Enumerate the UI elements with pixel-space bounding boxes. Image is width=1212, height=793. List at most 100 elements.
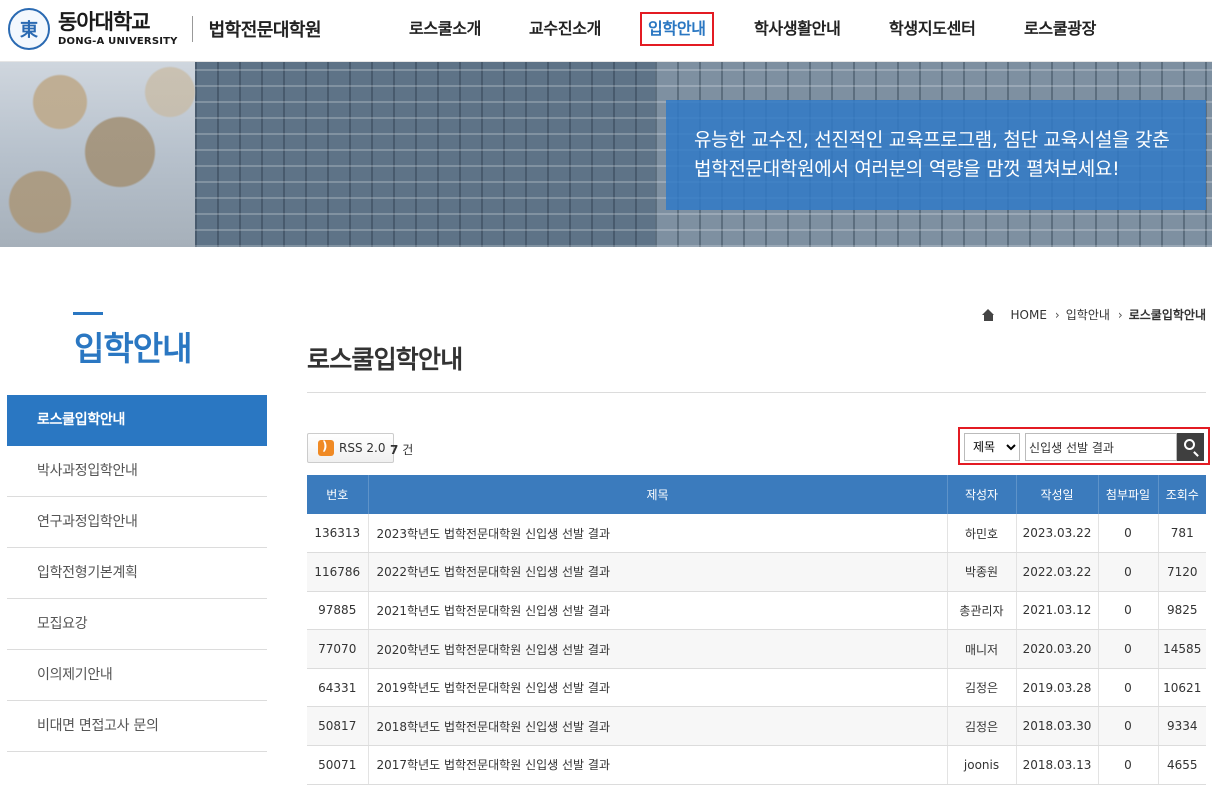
- cell-views: 781: [1158, 514, 1206, 554]
- sidebar-item-lawschool-admission[interactable]: 로스쿨입학안내: [7, 395, 267, 446]
- breadcrumb-current: 로스쿨입학안내: [1128, 308, 1206, 322]
- nav-student-center[interactable]: 학생지도센터: [889, 12, 976, 46]
- cell-number: 136313: [307, 514, 369, 554]
- nav-lawschool-plaza[interactable]: 로스쿨광장: [1024, 12, 1096, 46]
- cell-date: 2018.03.30: [1016, 706, 1099, 747]
- page-title: 로스쿨입학안내: [307, 345, 463, 374]
- sidebar-title-accent: [73, 312, 103, 315]
- cell-number: 64331: [307, 668, 369, 708]
- rss-button[interactable]: RSS 2.0: [307, 433, 395, 463]
- search-box: 제목: [958, 427, 1210, 465]
- cell-date: 2020.03.20: [1016, 629, 1099, 669]
- sidebar-item-phd-admission[interactable]: 박사과정입학안내: [7, 446, 267, 497]
- cell-date: 2019.03.28: [1016, 668, 1099, 708]
- cell-number: 116786: [307, 552, 369, 592]
- cell-author: 김정은: [947, 668, 1017, 708]
- table-row[interactable]: 77070 2020학년도 법학전문대학원 신입생 선발 결과 매니저 2020…: [307, 629, 1206, 669]
- cell-views: 14585: [1158, 629, 1206, 669]
- banner-message: 유능한 교수진, 선진적인 교육프로그램, 첨단 교육시설을 갖춘 법학전문대학…: [666, 100, 1206, 210]
- rss-label: RSS 2.0: [339, 441, 386, 455]
- table-row[interactable]: 116786 2022학년도 법학전문대학원 신입생 선발 결과 박종원 202…: [307, 552, 1206, 592]
- banner-tree-image: [0, 62, 220, 247]
- table-row[interactable]: 64331 2019학년도 법학전문대학원 신입생 선발 결과 김정은 2019…: [307, 668, 1206, 708]
- post-count-number: 7: [390, 443, 399, 457]
- table-header-row: 번호 제목 작성자 작성일 첨부파일 조회수: [307, 475, 1206, 514]
- cell-subject-link[interactable]: 2021학년도 법학전문대학원 신입생 선발 결과: [368, 591, 948, 631]
- cell-attachment: 0: [1098, 514, 1159, 554]
- university-emblem-icon: 東: [8, 8, 50, 50]
- hero-banner: 유능한 교수진, 선진적인 교육프로그램, 첨단 교육시설을 갖춘 법학전문대학…: [0, 62, 1212, 247]
- cell-views: 10621: [1158, 668, 1206, 708]
- nav-admission[interactable]: 입학안내: [640, 12, 714, 46]
- chevron-right-icon: ›: [1054, 307, 1060, 322]
- table-row[interactable]: 136313 2023학년도 법학전문대학원 신입생 선발 결과 하민호 202…: [307, 514, 1206, 554]
- sidebar-title: 입학안내: [74, 329, 192, 368]
- cell-subject-link[interactable]: 2018학년도 법학전문대학원 신입생 선발 결과: [368, 706, 948, 747]
- cell-number: 77070: [307, 629, 369, 669]
- cell-author: 김정은: [947, 706, 1017, 747]
- search-button[interactable]: [1177, 433, 1204, 461]
- cell-author: 매니저: [947, 629, 1017, 669]
- cell-author: 하민호: [947, 514, 1017, 554]
- search-field-select[interactable]: 제목: [964, 433, 1021, 461]
- nav-academic-life[interactable]: 학사생활안내: [754, 12, 841, 46]
- home-icon[interactable]: [981, 308, 995, 321]
- post-count-unit: 건: [402, 443, 414, 457]
- university-logo[interactable]: 東 동아대학교 DONG-A UNIVERSITY 법학전문대학원: [8, 8, 322, 50]
- board-table: 번호 제목 작성자 작성일 첨부파일 조회수 136313 2023학년도 법학…: [307, 475, 1206, 785]
- cell-views: 9334: [1158, 706, 1206, 747]
- breadcrumb-home[interactable]: HOME: [1011, 308, 1047, 322]
- school-name[interactable]: 법학전문대학원: [209, 16, 322, 42]
- table-row[interactable]: 50071 2017학년도 법학전문대학원 신입생 선발 결과 joonis 2…: [307, 745, 1206, 785]
- cell-date: 2023.03.22: [1016, 514, 1099, 554]
- banner-line-1: 유능한 교수진, 선진적인 교육프로그램, 첨단 교육시설을 갖춘: [694, 129, 1170, 151]
- cell-number: 97885: [307, 591, 369, 631]
- sidebar-item-online-interview[interactable]: 비대면 면접고사 문의: [7, 701, 267, 752]
- table-row[interactable]: 97885 2021학년도 법학전문대학원 신입생 선발 결과 총관리자 202…: [307, 591, 1206, 631]
- logo-divider: [191, 16, 193, 42]
- cell-attachment: 0: [1098, 668, 1159, 708]
- cell-attachment: 0: [1098, 706, 1159, 747]
- title-divider: [307, 392, 1206, 393]
- nav-lawschool-intro[interactable]: 로스쿨소개: [409, 12, 481, 46]
- sidebar-item-appeal-guide[interactable]: 이의제기안내: [7, 650, 267, 701]
- cell-attachment: 0: [1098, 591, 1159, 631]
- breadcrumb: HOME › 입학안내 › 로스쿨입학안내: [978, 306, 1206, 323]
- chevron-right-icon: ›: [1117, 307, 1123, 322]
- post-count: 7 건: [390, 441, 413, 458]
- cell-number: 50817: [307, 706, 369, 747]
- nav-faculty[interactable]: 교수진소개: [529, 12, 601, 46]
- search-input[interactable]: [1025, 433, 1178, 461]
- cell-views: 9825: [1158, 591, 1206, 631]
- cell-subject-link[interactable]: 2017학년도 법학전문대학원 신입생 선발 결과: [368, 745, 948, 785]
- header-number: 번호: [307, 475, 369, 514]
- cell-date: 2018.03.13: [1016, 745, 1099, 785]
- cell-attachment: 0: [1098, 552, 1159, 592]
- cell-subject-link[interactable]: 2020학년도 법학전문대학원 신입생 선발 결과: [368, 629, 948, 669]
- logo-english-name: DONG-A UNIVERSITY: [58, 35, 178, 47]
- banner-line-2: 법학전문대학원에서 여러분의 역량을 맘껏 펼쳐보세요!: [694, 158, 1120, 180]
- header-views: 조회수: [1158, 475, 1206, 514]
- breadcrumb-level1[interactable]: 입학안내: [1066, 306, 1110, 323]
- header-date: 작성일: [1016, 475, 1099, 514]
- sidebar-item-recruitment-guide[interactable]: 모집요강: [7, 599, 267, 650]
- cell-date: 2021.03.12: [1016, 591, 1099, 631]
- logo-korean-name: 동아대학교: [58, 9, 151, 34]
- search-icon: [1184, 439, 1196, 450]
- cell-author: joonis: [947, 745, 1017, 785]
- cell-attachment: 0: [1098, 629, 1159, 669]
- cell-subject-link[interactable]: 2022학년도 법학전문대학원 신입생 선발 결과: [368, 552, 948, 592]
- table-row[interactable]: 50817 2018학년도 법학전문대학원 신입생 선발 결과 김정은 2018…: [307, 706, 1206, 747]
- header-attachment: 첨부파일: [1098, 475, 1159, 514]
- header-author: 작성자: [947, 475, 1017, 514]
- cell-subject-link[interactable]: 2023학년도 법학전문대학원 신입생 선발 결과: [368, 514, 948, 554]
- cell-subject-link[interactable]: 2019학년도 법학전문대학원 신입생 선발 결과: [368, 668, 948, 708]
- sidebar-item-admission-plan[interactable]: 입학전형기본계획: [7, 548, 267, 599]
- cell-author: 총관리자: [947, 591, 1017, 631]
- cell-views: 7120: [1158, 552, 1206, 592]
- banner-building-image: [195, 62, 665, 247]
- sidebar-item-research-admission[interactable]: 연구과정입학안내: [7, 497, 267, 548]
- cell-author: 박종원: [947, 552, 1017, 592]
- cell-number: 50071: [307, 745, 369, 785]
- cell-views: 4655: [1158, 745, 1206, 785]
